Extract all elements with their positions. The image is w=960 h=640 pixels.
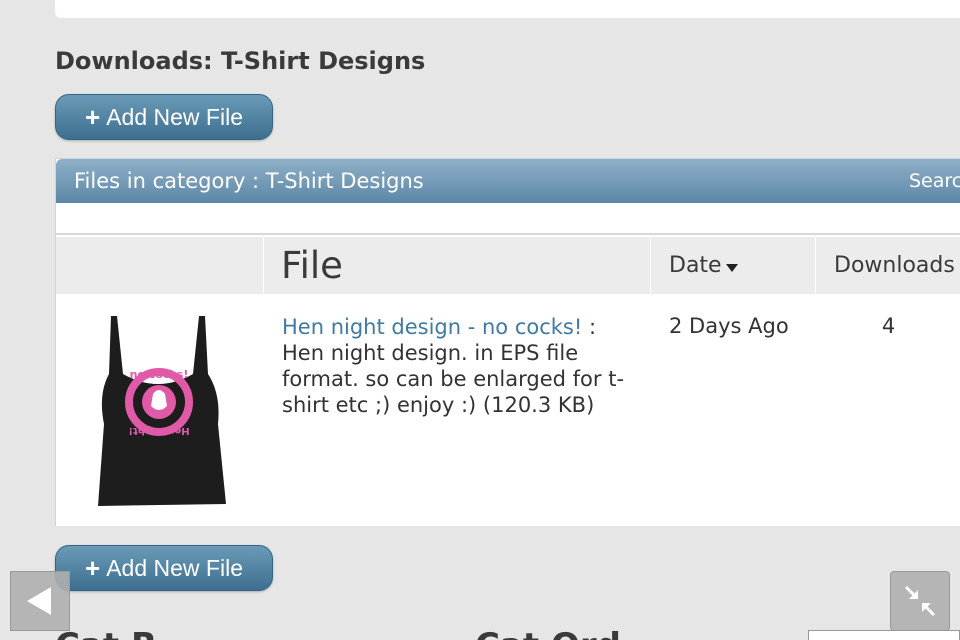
thumbnail-text-bottom: Hen Night! <box>128 425 189 436</box>
back-button[interactable] <box>10 571 70 631</box>
section-heading-right: Cat Ord <box>475 626 621 640</box>
column-header-file[interactable]: File <box>264 237 651 294</box>
panel-title: Files in category : T-Shirt Designs <box>74 169 424 193</box>
date-cell: 2 Days Ago <box>669 314 789 338</box>
plus-icon: + <box>85 102 101 132</box>
add-new-file-label: Add New File <box>106 103 243 130</box>
add-new-file-label: Add New File <box>106 554 243 581</box>
page-title: Downloads: T-Shirt Designs <box>55 47 426 75</box>
table-row: no cocks! Hen Night! Hen night design - … <box>56 294 960 526</box>
plus-icon: + <box>85 553 101 583</box>
add-new-file-button-top[interactable]: + Add New File <box>55 94 273 140</box>
bottom-select-box[interactable] <box>808 630 960 640</box>
section-heading-left: Cat R <box>55 626 157 640</box>
sort-desc-icon <box>725 263 738 272</box>
file-title-link[interactable]: Hen night design - no cocks! <box>282 315 582 339</box>
left-arrow-icon <box>27 587 51 615</box>
column-header-downloads[interactable]: Downloads <box>816 237 960 294</box>
table-header: File Date Downloads <box>56 237 960 294</box>
column-header-thumbnail <box>56 237 264 294</box>
file-cell: Hen night design - no cocks! : Hen night… <box>282 314 637 418</box>
downloads-cell: 4 <box>881 314 896 338</box>
column-header-date[interactable]: Date <box>651 237 816 294</box>
thumbnail-text-top: no cocks! <box>130 368 189 381</box>
files-panel: Files in category : T-Shirt Designs Sear… <box>55 158 960 526</box>
file-description: Hen night design. in EPS file format. so… <box>282 341 625 417</box>
top-card <box>55 0 960 18</box>
panel-header: Files in category : T-Shirt Designs Sear… <box>56 159 960 203</box>
column-header-date-label: Date <box>669 253 722 278</box>
collapse-button[interactable] <box>890 571 950 631</box>
search-link[interactable]: Searc <box>909 170 960 192</box>
add-new-file-button-bottom[interactable]: + Add New File <box>55 545 273 591</box>
file-separator: : <box>582 315 597 339</box>
tank-top-thumbnail[interactable]: no cocks! Hen Night! <box>71 314 246 509</box>
panel-spacer <box>56 203 960 235</box>
collapse-arrows-icon <box>904 585 936 617</box>
